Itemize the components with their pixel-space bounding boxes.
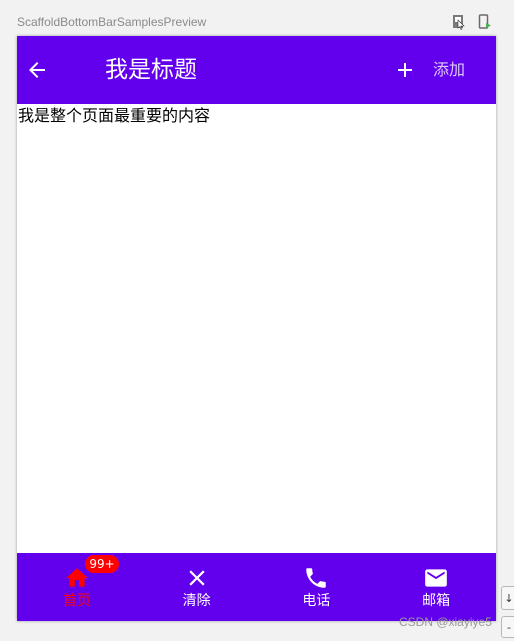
add-icon-button[interactable] bbox=[393, 58, 417, 82]
arrow-down-icon: ↓ bbox=[504, 591, 514, 605]
arrow-back-icon bbox=[29, 62, 45, 78]
nav-item-home[interactable]: 99+ 首页 bbox=[17, 553, 137, 621]
bottom-navigation-bar: 99+ 首页 清除 电话 邮箱 bbox=[17, 553, 496, 621]
nav-label-home: 首页 bbox=[62, 593, 91, 609]
device-preview: 我是标题 添加 我是整个页面最重要的内容 99+ 首页 清除 电话 邮箱 bbox=[17, 36, 496, 621]
nav-label-phone: 电话 bbox=[302, 593, 331, 609]
top-app-bar: 我是标题 添加 bbox=[17, 36, 496, 104]
mail-icon bbox=[423, 565, 449, 591]
interactive-mode-icon[interactable] bbox=[452, 14, 466, 30]
preview-title: ScaffoldBottomBarSamplesPreview bbox=[17, 15, 207, 29]
close-icon bbox=[184, 565, 210, 591]
main-content: 我是整个页面最重要的内容 bbox=[17, 104, 496, 553]
nav-label-mail: 邮箱 bbox=[422, 593, 451, 609]
zoom-out-button[interactable]: - bbox=[501, 616, 514, 638]
deploy-to-device-icon[interactable] bbox=[478, 14, 492, 30]
watermark: CSDN @xiayiye5 bbox=[399, 615, 492, 629]
nav-label-clear: 清除 bbox=[182, 593, 211, 609]
content-text: 我是整个页面最重要的内容 bbox=[18, 106, 211, 125]
nav-item-mail[interactable]: 邮箱 bbox=[376, 553, 496, 621]
back-button[interactable] bbox=[23, 56, 51, 84]
minus-icon: - bbox=[507, 620, 511, 634]
scroll-down-button[interactable]: ↓ bbox=[501, 586, 514, 610]
preview-toolbar bbox=[452, 14, 492, 30]
nav-item-clear[interactable]: 清除 bbox=[137, 553, 257, 621]
phone-icon bbox=[303, 565, 329, 591]
page-title: 我是标题 bbox=[105, 57, 197, 83]
add-text-button[interactable]: 添加 bbox=[433, 60, 465, 80]
nav-item-phone[interactable]: 电话 bbox=[257, 553, 377, 621]
add-icon bbox=[398, 63, 412, 77]
notification-badge: 99+ bbox=[85, 555, 119, 573]
